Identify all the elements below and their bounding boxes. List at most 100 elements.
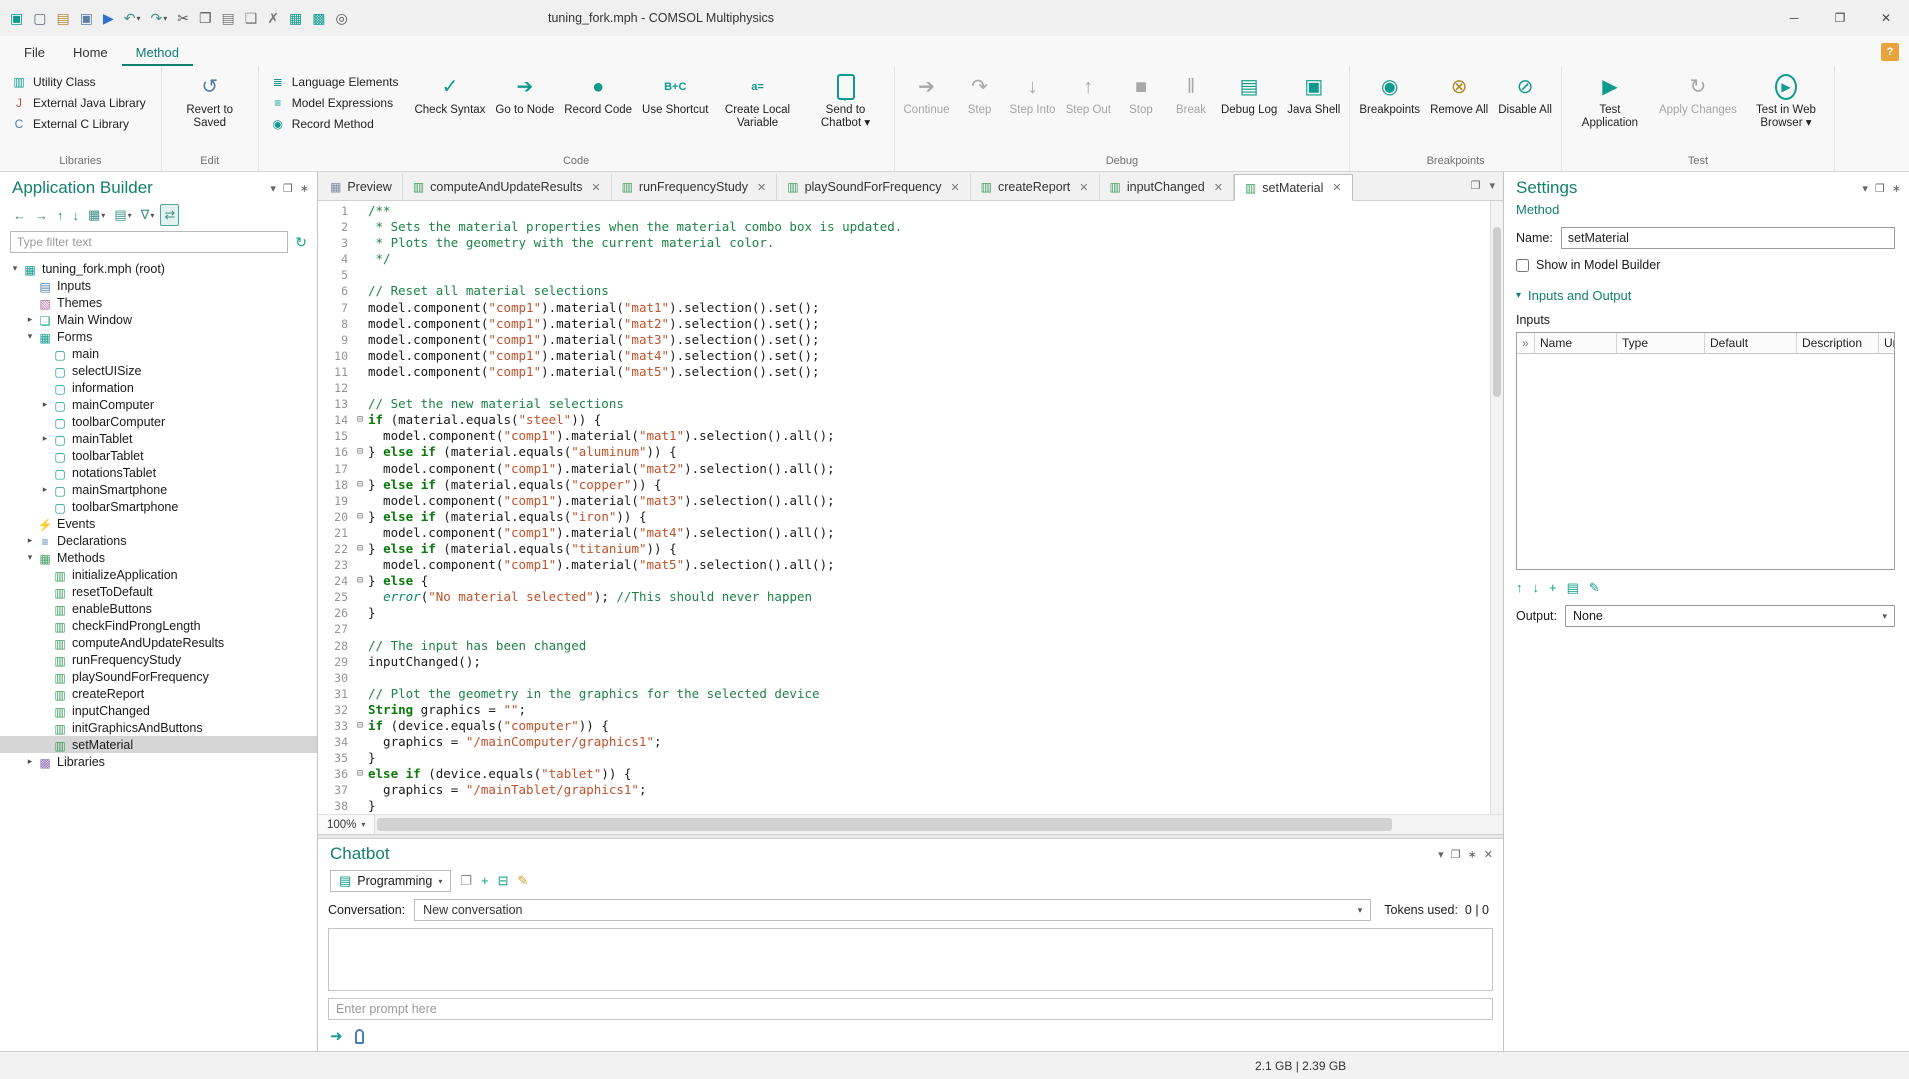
tree-item-inputs[interactable]: ▤Inputs xyxy=(0,277,317,294)
collapse-arrow-icon[interactable]: ▾ xyxy=(23,552,37,563)
code-line-17[interactable]: 17 model.component("comp1").material("ma… xyxy=(318,461,1490,477)
editor-tab-inputchanged[interactable]: ▥inputChanged✕ xyxy=(1100,174,1234,200)
remove-all-button[interactable]: ⊗Remove All xyxy=(1425,68,1493,117)
utility-class-button[interactable]: ▥Utility Class xyxy=(8,74,149,90)
code-line-22[interactable]: 22⊟} else if (material.equals("titanium"… xyxy=(318,541,1490,557)
code-line-10[interactable]: 10model.component("comp1").material("mat… xyxy=(318,348,1490,364)
disable-all-button[interactable]: ⊘Disable All xyxy=(1493,68,1557,117)
code-line-13[interactable]: 13// Set the new material selections xyxy=(318,396,1490,412)
fold-toggle-icon[interactable]: ⊟ xyxy=(352,718,368,734)
editor-tab-createreport[interactable]: ▥createReport✕ xyxy=(971,174,1100,200)
expand-all-icon[interactable]: » xyxy=(1517,333,1535,353)
close-tab-icon[interactable]: ✕ xyxy=(757,181,766,194)
send-to-chatbot-button[interactable]: Send to Chatbot ▾ xyxy=(802,68,890,130)
tree-item-declarations[interactable]: ▸≡Declarations xyxy=(0,532,317,549)
external-java-library-button[interactable]: JExternal Java Library xyxy=(8,95,149,111)
float-panel-icon[interactable]: ❐ xyxy=(283,182,293,195)
filter-button[interactable]: ∇▾ xyxy=(138,205,158,225)
new-file-button[interactable]: ▢ xyxy=(29,7,50,30)
tree-item-maincomputer[interactable]: ▸▢mainComputer xyxy=(0,396,317,413)
tree-item-themes[interactable]: ▧Themes xyxy=(0,294,317,311)
close-tab-icon[interactable]: ✕ xyxy=(1332,181,1341,194)
close-button[interactable]: ✕ xyxy=(1863,0,1909,36)
conversation-dropdown[interactable]: New conversation ▾ xyxy=(414,899,1371,921)
move-down-button[interactable]: ↓ xyxy=(70,206,83,225)
tree-item-toolbarcomputer[interactable]: ▢toolbarComputer xyxy=(0,413,317,430)
inputs-and-output-section[interactable]: ▾ Inputs and Output xyxy=(1504,284,1909,313)
tree-item-computeandupdateresults[interactable]: ▥computeAndUpdateResults xyxy=(0,634,317,651)
tree-item-forms[interactable]: ▾▦Forms xyxy=(0,328,317,345)
code-line-33[interactable]: 33⊟if (device.equals("computer")) { xyxy=(318,718,1490,734)
panel-menu-icon[interactable]: ▾ xyxy=(1489,179,1495,192)
column-description[interactable]: Description xyxy=(1797,333,1879,353)
view-mode-button[interactable]: ▤▾ xyxy=(111,205,134,225)
pin-panel-icon[interactable]: ∗ xyxy=(1892,182,1901,195)
tree-item-setmaterial[interactable]: ▥setMaterial xyxy=(0,736,317,753)
code-area[interactable]: 1/**2 * Sets the material properties whe… xyxy=(318,201,1490,814)
clear-conversation-icon[interactable]: ✎ xyxy=(518,873,529,889)
code-line-21[interactable]: 21 model.component("comp1").material("ma… xyxy=(318,525,1490,541)
column-name[interactable]: Name xyxy=(1535,333,1617,353)
code-line-2[interactable]: 2 * Sets the material properties when th… xyxy=(318,219,1490,235)
tree-item-initializeapplication[interactable]: ▥initializeApplication xyxy=(0,566,317,583)
external-c-library-button[interactable]: CExternal C Library xyxy=(8,116,149,132)
delete-conversation-icon[interactable]: ⊟ xyxy=(498,873,509,889)
output-dropdown[interactable]: None ▾ xyxy=(1565,605,1895,627)
tree-item-information[interactable]: ▢information xyxy=(0,379,317,396)
tree-item-tuning-fork-mph-root[interactable]: ▾▦tuning_fork.mph (root) xyxy=(0,260,317,277)
zoom-select[interactable]: 100% ▾ xyxy=(318,815,375,834)
record-method-button[interactable]: ◉Record Method xyxy=(267,116,402,132)
panel-menu-icon[interactable]: ▾ xyxy=(1438,848,1444,861)
fold-toggle-icon[interactable]: ⊟ xyxy=(352,444,368,460)
save-conversation-icon[interactable]: ❐ xyxy=(460,873,472,889)
app-logo-button[interactable]: ▣ xyxy=(6,7,27,30)
code-line-27[interactable]: 27 xyxy=(318,621,1490,637)
tree-item-libraries[interactable]: ▸▩Libraries xyxy=(0,753,317,770)
editor-tab-setmaterial[interactable]: ▥setMaterial✕ xyxy=(1234,174,1353,201)
code-line-31[interactable]: 31// Plot the geometry in the graphics f… xyxy=(318,686,1490,702)
fold-toggle-icon[interactable]: ⊟ xyxy=(352,573,368,589)
horizontal-scrollbar-thumb[interactable] xyxy=(377,818,1392,831)
new-conversation-icon[interactable]: + xyxy=(481,873,489,889)
code-line-35[interactable]: 35} xyxy=(318,750,1490,766)
vertical-scrollbar[interactable] xyxy=(1490,201,1503,814)
code-line-38[interactable]: 38} xyxy=(318,798,1490,814)
attach-file-icon[interactable] xyxy=(355,1029,364,1044)
fold-toggle-icon[interactable]: ⊟ xyxy=(352,477,368,493)
fold-toggle-icon[interactable]: ⊟ xyxy=(352,509,368,525)
code-line-14[interactable]: 14⊟if (material.equals("steel")) { xyxy=(318,412,1490,428)
ribbon-tab-home[interactable]: Home xyxy=(59,40,122,66)
create-local-variable-button[interactable]: a=Create Local Variable xyxy=(714,68,802,130)
code-line-9[interactable]: 9model.component("comp1").material("mat3… xyxy=(318,332,1490,348)
float-panel-icon[interactable]: ❐ xyxy=(1451,848,1461,861)
code-line-29[interactable]: 29inputChanged(); xyxy=(318,654,1490,670)
code-line-34[interactable]: 34 graphics = "/mainComputer/graphics1"; xyxy=(318,734,1490,750)
use-shortcut-button[interactable]: B+CUse Shortcut xyxy=(637,68,713,117)
code-line-6[interactable]: 6// Reset all material selections xyxy=(318,283,1490,299)
editor-tab-runfrequencystudy[interactable]: ▥runFrequencyStudy✕ xyxy=(612,174,778,200)
pin-panel-icon[interactable]: ∗ xyxy=(1468,848,1477,861)
java-shell-button[interactable]: ▣Java Shell xyxy=(1282,68,1345,117)
show-in-editor-button[interactable]: ⇄ xyxy=(160,204,179,226)
refresh-filter-icon[interactable]: ↻ xyxy=(295,234,307,251)
tree-item-resettodefault[interactable]: ▥resetToDefault xyxy=(0,583,317,600)
filter-input[interactable] xyxy=(10,231,288,253)
code-line-19[interactable]: 19 model.component("comp1").material("ma… xyxy=(318,493,1490,509)
expand-arrow-icon[interactable]: ▸ xyxy=(38,433,52,444)
edit-input-icon[interactable]: ✎ xyxy=(1589,580,1600,596)
editor-tab-preview[interactable]: ▦Preview xyxy=(320,174,403,200)
run-button[interactable]: ▶ xyxy=(99,7,118,30)
expand-arrow-icon[interactable]: ▸ xyxy=(38,484,52,495)
close-tab-icon[interactable]: ✕ xyxy=(591,181,600,194)
redo-button[interactable]: ↷▾ xyxy=(146,7,171,30)
expand-arrow-icon[interactable]: ▸ xyxy=(38,399,52,410)
expand-arrow-icon[interactable]: ▸ xyxy=(23,314,37,325)
grid-view-button[interactable]: ▩ xyxy=(308,7,329,30)
float-panel-icon[interactable]: ❐ xyxy=(1471,179,1481,192)
send-prompt-icon[interactable]: ➜ xyxy=(330,1027,343,1045)
code-line-12[interactable]: 12 xyxy=(318,380,1490,396)
tree-item-mainsmartphone[interactable]: ▸▢mainSmartphone xyxy=(0,481,317,498)
collapse-tree-button[interactable]: ▦▾ xyxy=(85,205,108,225)
forward-button[interactable]: → xyxy=(32,206,51,225)
move-up-button[interactable]: ↑ xyxy=(54,206,67,225)
